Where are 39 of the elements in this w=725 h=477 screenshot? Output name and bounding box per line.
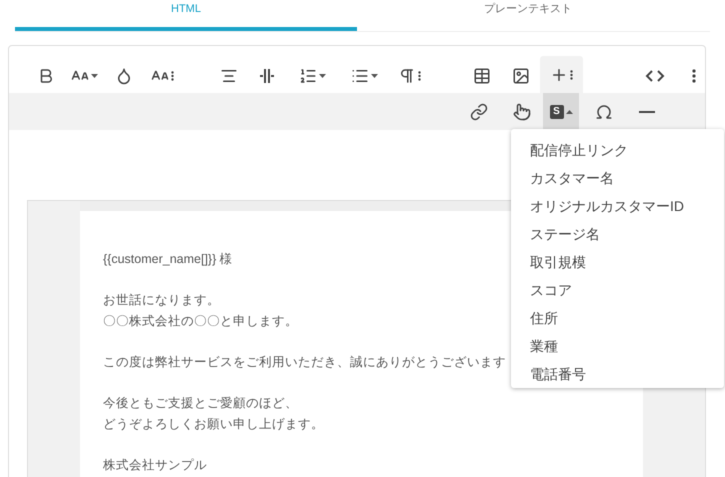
dots-icon [418, 71, 420, 81]
dots-icon [570, 70, 573, 80]
menu-item[interactable]: 取引規模 [530, 248, 586, 276]
email-text-line: 今後ともご支援とご愛顧のほど、 [103, 395, 298, 412]
email-text-line: この度は弊社サービスをご利用いただき、誠にありがとうございます [103, 354, 506, 371]
email-text-line: {{customer_name[]}} 様 [103, 251, 233, 268]
ordered-list-icon [298, 67, 316, 85]
email-text-line: お世話になります。 [103, 292, 220, 309]
more-icon [692, 69, 696, 83]
column-icon [258, 67, 276, 85]
align-center-icon [220, 67, 238, 85]
bullet-list-icon [350, 67, 368, 85]
menu-item[interactable]: スコア [530, 276, 572, 304]
menu-item[interactable]: ステージ名 [530, 220, 600, 249]
menu-item[interactable]: 配信停止リンク [530, 137, 628, 165]
pointer-icon [512, 102, 530, 120]
minus-icon [639, 110, 655, 112]
dots-icon [171, 71, 174, 81]
link-icon [470, 102, 488, 120]
caret-icon [370, 74, 378, 78]
insert-button[interactable] [540, 56, 583, 93]
menu-item[interactable]: 住所 [530, 304, 558, 332]
menu-item[interactable]: カスタマー名 [530, 164, 614, 193]
caret-icon [91, 74, 98, 78]
code-icon [644, 69, 664, 83]
caret-icon [566, 110, 572, 114]
omega-icon [595, 102, 613, 120]
email-text-line: 〇〇株式会社の〇〇と申します。 [103, 313, 298, 330]
menu-item[interactable]: オリジナルカスタマーID [530, 192, 684, 221]
caret-icon [318, 74, 326, 78]
menu-item[interactable]: 電話番号 [530, 360, 586, 388]
editor-tab[interactable]: プレーンテキスト [357, 0, 699, 31]
email-text-line: 株式会社サンプル [103, 457, 207, 474]
table-icon [472, 67, 490, 85]
image-icon [512, 67, 530, 85]
menu-item[interactable]: 業種 [530, 332, 558, 360]
variable-label: S [550, 104, 564, 118]
email-text-line: どうぞよろしくお願い申し上げます。 [103, 416, 324, 433]
variable-button[interactable]: S [543, 93, 579, 130]
